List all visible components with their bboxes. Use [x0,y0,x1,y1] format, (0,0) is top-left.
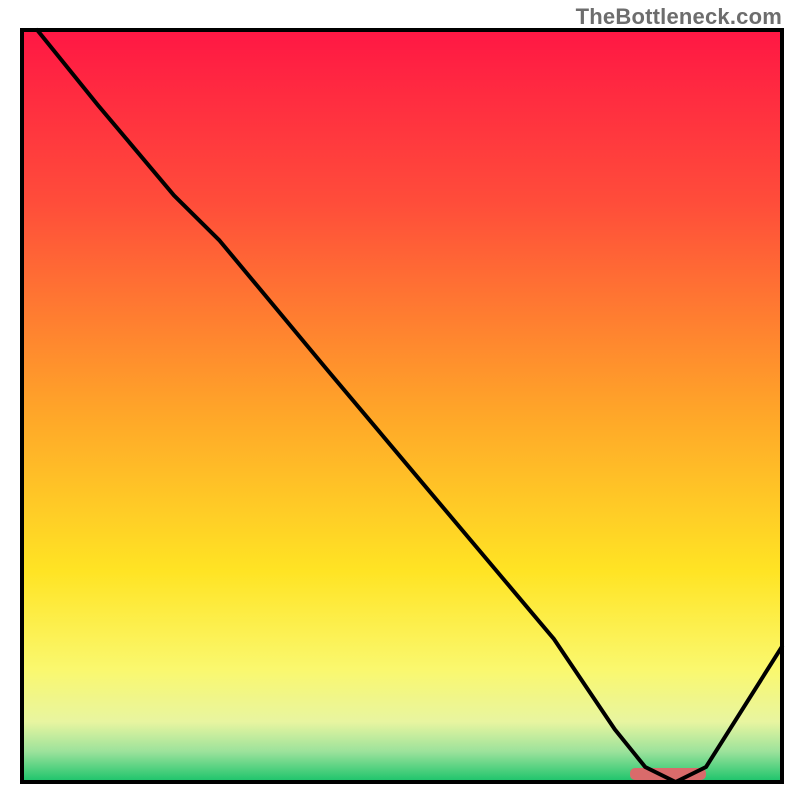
chart-svg [0,0,800,800]
chart-canvas: TheBottleneck.com [0,0,800,800]
plot-background [22,30,782,782]
watermark-text: TheBottleneck.com [576,4,782,30]
